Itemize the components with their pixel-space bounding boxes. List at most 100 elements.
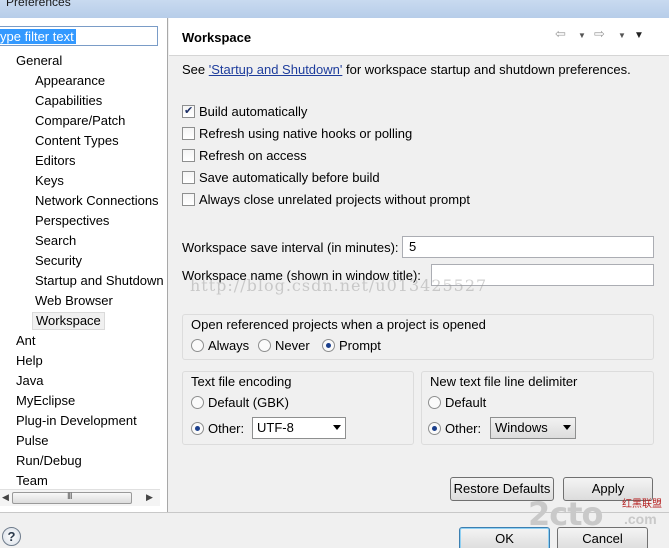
- encoding-select-value: UTF-8: [257, 420, 294, 435]
- delimiter-other-radio-icon[interactable]: [428, 422, 441, 435]
- tree-item-plug-in-development[interactable]: Plug-in Development: [16, 412, 137, 430]
- open-referenced-projects-group: Open referenced projects when a project …: [182, 314, 654, 360]
- tree-item-search[interactable]: Search: [35, 232, 76, 250]
- chevron-down-icon[interactable]: [333, 425, 341, 430]
- tree-item-perspectives[interactable]: Perspectives: [35, 212, 109, 230]
- back-menu-chevron-down-icon[interactable]: ▼: [578, 31, 586, 40]
- window-title: Preferences: [6, 0, 71, 9]
- logo-caption: 红黑联盟: [622, 499, 662, 510]
- forward-menu-chevron-down-icon[interactable]: ▼: [618, 31, 626, 40]
- filter-input-text: ype filter text: [0, 29, 76, 44]
- encoding-select[interactable]: UTF-8: [252, 417, 346, 439]
- refresh-native-hooks-check-icon[interactable]: [182, 127, 195, 140]
- tree-item-network-connections[interactable]: Network Connections: [35, 192, 159, 210]
- build-automatically-checkbox[interactable]: Build automatically: [182, 103, 308, 120]
- scrollbar-grip: III: [67, 491, 72, 501]
- view-menu-icon[interactable]: ▼: [634, 30, 644, 41]
- back-arrow-icon[interactable]: ⇦: [555, 26, 566, 42]
- page-header: Workspace ⇦ ▼ ⇨ ▼ ▼: [169, 18, 669, 56]
- encoding-default-radio[interactable]: Default (GBK): [191, 395, 289, 411]
- tree-item-appearance[interactable]: Appearance: [35, 72, 105, 90]
- open-ref-always-radio[interactable]: Always: [191, 338, 249, 354]
- window-titlebar: Preferences: [0, 0, 669, 18]
- open-ref-never-radio[interactable]: Never: [258, 338, 310, 354]
- workspace-name-input[interactable]: [431, 264, 654, 286]
- note-suffix: for workspace startup and shutdown prefe…: [342, 62, 631, 77]
- tree-item-capabilities[interactable]: Capabilities: [35, 92, 102, 110]
- open-ref-always-label: Always: [208, 338, 250, 353]
- delimiter-default-radio[interactable]: Default: [428, 395, 486, 411]
- site-logo: 2cto 红黑联盟 .com: [528, 495, 662, 533]
- save-before-build-checkbox[interactable]: Save automatically before build: [182, 170, 380, 186]
- scroll-right-arrow-icon[interactable]: ▶: [146, 492, 153, 503]
- save-interval-label: Workspace save interval (in minutes):: [182, 240, 399, 255]
- tree-item-web-browser[interactable]: Web Browser: [35, 292, 113, 310]
- tree-item-workspace[interactable]: Workspace: [32, 312, 105, 330]
- scrollbar-thumb[interactable]: III: [12, 491, 132, 504]
- save-interval-input[interactable]: 5: [402, 236, 654, 258]
- save-before-build-label: Save automatically before build: [199, 170, 380, 185]
- tree-item-startup-and-shutdown[interactable]: Startup and Shutdown: [35, 272, 164, 290]
- refresh-on-access-checkbox[interactable]: Refresh on access: [182, 148, 307, 164]
- delimiter-other-label: Other:: [445, 421, 482, 436]
- scroll-left-arrow-icon[interactable]: ◀: [2, 492, 9, 503]
- startup-shutdown-link[interactable]: 'Startup and Shutdown': [209, 62, 343, 77]
- open-ref-never-label: Never: [275, 338, 310, 353]
- text-file-encoding-title: Text file encoding: [191, 374, 292, 389]
- startup-shutdown-note: See 'Startup and Shutdown' for workspace…: [182, 62, 631, 77]
- preference-page: Workspace ⇦ ▼ ⇨ ▼ ▼ See 'Startup and Shu…: [169, 18, 669, 512]
- encoding-other-radio[interactable]: Other:: [191, 421, 244, 437]
- delimiter-default-radio-icon[interactable]: [428, 396, 441, 409]
- refresh-on-access-check-icon[interactable]: [182, 149, 195, 162]
- encoding-default-radio-icon[interactable]: [191, 396, 204, 409]
- workspace-name-label: Workspace name (shown in window title):: [182, 268, 421, 283]
- page-title: Workspace: [182, 30, 252, 45]
- refresh-native-hooks-checkbox[interactable]: Refresh using native hooks or polling: [182, 126, 412, 142]
- open-ref-never-radio-icon[interactable]: [258, 339, 271, 352]
- delimiter-select-value: Windows: [495, 420, 548, 435]
- tree-item-java[interactable]: Java: [16, 372, 43, 390]
- tree-item-general[interactable]: General: [16, 52, 62, 70]
- encoding-other-label: Other:: [208, 421, 245, 436]
- note-prefix: See: [182, 62, 209, 77]
- tree-item-myeclipse[interactable]: MyEclipse: [16, 392, 75, 410]
- chevron-down-icon[interactable]: [563, 425, 571, 430]
- tree-item-compare-patch[interactable]: Compare/Patch: [35, 112, 125, 130]
- open-referenced-projects-title: Open referenced projects when a project …: [191, 317, 486, 332]
- tree-item-run-debug[interactable]: Run/Debug: [16, 452, 82, 470]
- line-delimiter-title: New text file line delimiter: [430, 374, 578, 389]
- close-unrelated-projects-label: Always close unrelated projects without …: [199, 192, 470, 207]
- refresh-native-hooks-label: Refresh using native hooks or polling: [199, 126, 413, 141]
- tree-item-pulse[interactable]: Pulse: [16, 432, 49, 450]
- open-ref-prompt-label: Prompt: [339, 338, 381, 353]
- text-file-encoding-group: Text file encoding Default (GBK) Other: …: [182, 371, 414, 445]
- tree-item-keys[interactable]: Keys: [35, 172, 64, 190]
- encoding-other-radio-icon[interactable]: [191, 422, 204, 435]
- logo-text: 2cto: [528, 495, 604, 533]
- line-delimiter-group: New text file line delimiter Default Oth…: [421, 371, 654, 445]
- build-automatically-label: Build automatically: [199, 104, 308, 119]
- delimiter-select[interactable]: Windows: [490, 417, 576, 439]
- tree-item-content-types[interactable]: Content Types: [35, 132, 119, 150]
- tree-item-help[interactable]: Help: [16, 352, 43, 370]
- close-unrelated-projects-check-icon[interactable]: [182, 193, 195, 206]
- logo-domain: .com: [624, 511, 657, 527]
- tree-item-ant[interactable]: Ant: [16, 332, 36, 350]
- help-icon[interactable]: ?: [2, 527, 21, 546]
- delimiter-other-radio[interactable]: Other:: [428, 421, 481, 437]
- preference-tree-panel: ype filter text General Appearance Capab…: [0, 18, 168, 512]
- save-before-build-check-icon[interactable]: [182, 171, 195, 184]
- delimiter-default-label: Default: [445, 395, 487, 410]
- forward-arrow-icon[interactable]: ⇨: [594, 26, 605, 42]
- close-unrelated-projects-checkbox[interactable]: Always close unrelated projects without …: [182, 192, 470, 208]
- tree-item-team[interactable]: Team: [16, 472, 48, 490]
- open-ref-prompt-radio-icon[interactable]: [322, 339, 335, 352]
- tree-horizontal-scrollbar[interactable]: ◀ III ▶: [0, 489, 160, 506]
- tree-item-editors[interactable]: Editors: [35, 152, 75, 170]
- open-ref-prompt-radio[interactable]: Prompt: [322, 338, 381, 354]
- refresh-on-access-label: Refresh on access: [199, 148, 307, 163]
- tree-item-security[interactable]: Security: [35, 252, 82, 270]
- open-ref-always-radio-icon[interactable]: [191, 339, 204, 352]
- filter-input[interactable]: ype filter text: [0, 26, 158, 46]
- build-automatically-check-icon[interactable]: [182, 103, 195, 119]
